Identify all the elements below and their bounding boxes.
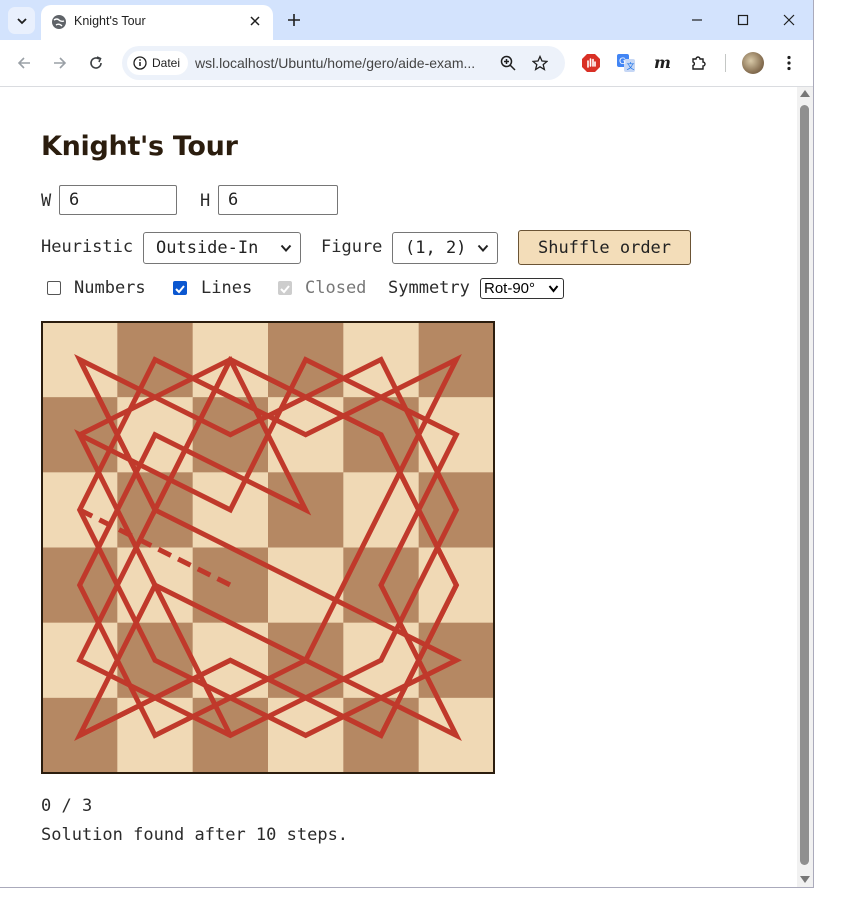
browser-tab[interactable]: Knight's Tour [41, 5, 273, 40]
plus-icon [288, 14, 300, 26]
chevron-down-icon [477, 244, 489, 252]
chevron-down-icon [280, 244, 292, 252]
back-button[interactable] [10, 49, 38, 77]
symmetry-value: Rot-90° [484, 280, 536, 297]
browser-window: Knight's Tour Datei wsl.localhost/Ubuntu… [0, 0, 814, 888]
url-text: wsl.localhost/Ubuntu/home/gero/aide-exam… [195, 55, 476, 71]
info-icon [133, 56, 147, 70]
arrow-left-icon [17, 57, 30, 69]
scrollbar-thumb[interactable] [800, 105, 809, 865]
more-vertical-icon [787, 55, 791, 71]
puzzle-icon [692, 56, 706, 70]
address-bar[interactable]: Datei wsl.localhost/Ubuntu/home/gero/aid… [122, 46, 565, 80]
checkmark-icon [280, 285, 290, 294]
bookmark-button[interactable] [530, 53, 550, 73]
height-input[interactable] [218, 185, 338, 215]
symmetry-label: Symmetry [388, 278, 470, 298]
security-chip-label: Datei [152, 56, 181, 70]
tab-search-button[interactable] [8, 7, 35, 34]
star-icon [532, 55, 548, 71]
translate-extension-button[interactable]: G文 [615, 52, 637, 74]
maximize-icon [737, 14, 749, 26]
lines-checkbox[interactable] [173, 281, 187, 295]
shuffle-order-button[interactable]: Shuffle order [518, 230, 691, 265]
width-label: W [41, 191, 52, 211]
site-info-chip[interactable]: Datei [127, 51, 189, 75]
reload-icon [90, 56, 102, 69]
height-label: H [200, 191, 211, 211]
heuristic-value: Outside-In [156, 238, 259, 258]
stop-hand-icon [582, 54, 600, 72]
page-title: Knight's Tour [41, 131, 238, 162]
chevron-down-icon [16, 17, 27, 24]
maximize-button[interactable] [720, 6, 766, 34]
width-input[interactable] [59, 185, 177, 215]
m-extension-button[interactable]: m [651, 52, 673, 74]
menu-button[interactable] [778, 52, 800, 74]
page-content: Knight's Tour W H Heuristic Outside-In F… [0, 87, 796, 887]
solution-counter: 0 / 3 [41, 796, 93, 816]
arrow-right-icon [54, 57, 67, 69]
minimize-icon [692, 19, 702, 21]
globe-icon [52, 15, 66, 29]
chess-board[interactable] [41, 321, 495, 774]
close-icon [250, 16, 260, 26]
extensions-button[interactable] [688, 52, 710, 74]
m-letter-icon: m [654, 53, 671, 72]
svg-text:文: 文 [627, 61, 635, 71]
ublock-extension-button[interactable] [580, 52, 602, 74]
closed-checkbox[interactable] [278, 281, 292, 295]
translate-icon: G文 [617, 54, 635, 72]
minimize-button[interactable] [674, 6, 720, 34]
scroll-down-arrow[interactable] [800, 876, 810, 883]
svg-text:m: m [654, 53, 671, 72]
figure-select[interactable]: (1, 2) [392, 232, 498, 264]
scroll-up-arrow[interactable] [800, 90, 810, 97]
checkmark-icon [175, 285, 185, 294]
heuristic-select[interactable]: Outside-In [143, 232, 301, 264]
new-tab-button[interactable] [283, 9, 305, 31]
svg-text:G: G [619, 57, 626, 67]
zoom-button[interactable] [498, 53, 518, 73]
vertical-scrollbar[interactable] [797, 87, 813, 887]
browser-toolbar: Datei wsl.localhost/Ubuntu/home/gero/aid… [0, 40, 813, 87]
numbers-checkbox[interactable] [47, 281, 61, 295]
symmetry-select[interactable]: Rot-90° [480, 278, 564, 299]
toolbar-separator [725, 54, 726, 72]
figure-value: (1, 2) [405, 238, 467, 258]
close-icon [783, 14, 795, 26]
chevron-down-icon [548, 285, 559, 293]
closed-label: Closed [305, 278, 367, 298]
lines-label: Lines [201, 278, 253, 298]
status-message: Solution found after 10 steps. [41, 825, 349, 845]
tab-close-button[interactable] [245, 11, 265, 31]
figure-label: Figure [321, 237, 383, 257]
forward-button[interactable] [46, 49, 74, 77]
title-bar: Knight's Tour [0, 0, 813, 40]
close-window-button[interactable] [766, 6, 812, 34]
profile-avatar[interactable] [742, 52, 764, 74]
zoom-icon [500, 55, 516, 71]
heuristic-label: Heuristic [41, 237, 134, 257]
reload-button[interactable] [82, 49, 110, 77]
numbers-label: Numbers [74, 278, 146, 298]
tab-title: Knight's Tour [74, 14, 146, 28]
